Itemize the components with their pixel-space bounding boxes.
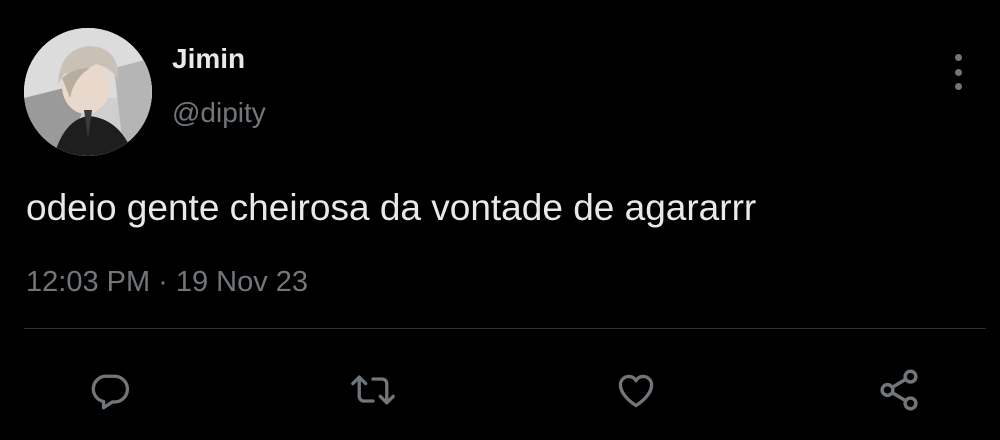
tweet-text: odeio gente cheirosa da vontade de agara… (26, 187, 757, 228)
like-button[interactable] (608, 362, 664, 418)
tweet-timestamp[interactable]: 12:03 PM · 19 Nov 23 (26, 264, 308, 300)
menu-dot (954, 83, 962, 90)
avatar[interactable] (24, 28, 152, 156)
menu-dot (954, 54, 962, 61)
reply-button[interactable] (82, 362, 138, 418)
share-button[interactable] (871, 362, 927, 418)
retweet-button[interactable] (345, 362, 401, 418)
reply-bubble-icon (91, 374, 130, 410)
more-vertical-icon[interactable] (944, 54, 972, 90)
profile-photo-avatar (24, 28, 152, 156)
menu-dot (954, 68, 962, 76)
tweet-card: Jimin @dipity odeio gente cheirosa da vo… (0, 0, 1000, 440)
divider (24, 328, 986, 329)
share-icon (880, 369, 918, 411)
meta-separator: · (158, 266, 168, 298)
heart-icon (618, 374, 654, 408)
author-handle[interactable]: @dipity (172, 95, 266, 131)
retweet-icon (351, 375, 395, 405)
tweet-time: 12:03 PM (26, 266, 151, 298)
author-name[interactable]: Jimin (172, 41, 245, 77)
tweet-date: 19 Nov 23 (175, 266, 309, 298)
